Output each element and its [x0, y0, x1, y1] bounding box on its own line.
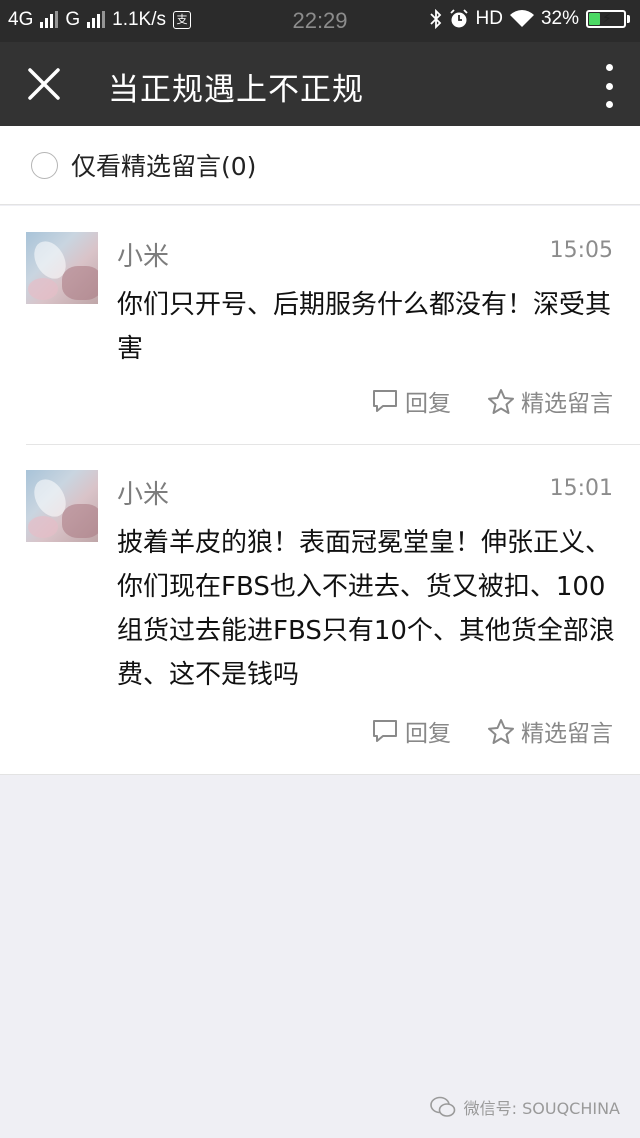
comment-actions: 回复 精选留言 — [371, 384, 613, 418]
reply-icon — [373, 720, 397, 742]
star-icon — [488, 718, 514, 744]
watermark: 微信号: SOUQCHINA — [429, 1095, 620, 1119]
avatar[interactable] — [26, 470, 98, 542]
more-options-icon[interactable] — [604, 64, 614, 108]
hd-label: HD — [475, 8, 503, 29]
battery-icon: ⚡ — [586, 10, 630, 28]
comment-item: 小米 15:01 披着羊皮的狼！表面冠冕堂皇！伸张正义、你们现在FBS也入不进去… — [0, 444, 640, 774]
alarm-icon — [449, 9, 468, 28]
featured-filter[interactable]: 仅看精选留言(0) — [0, 126, 640, 205]
status-right: HD 32% ⚡ — [429, 8, 630, 30]
comment-time: 15:01 — [549, 476, 613, 501]
comment-nickname: 小米 — [117, 480, 170, 510]
reply-icon — [373, 390, 397, 412]
reply-button[interactable]: 回复 — [371, 714, 451, 748]
reply-label: 回复 — [405, 721, 451, 747]
reply-label: 回复 — [405, 391, 451, 417]
comment-item: 小米 15:05 你们只开号、后期服务什么都没有！深受其害 回复 精选留言 — [0, 206, 640, 444]
comment-nickname: 小米 — [117, 242, 170, 272]
comment-time: 15:05 — [549, 238, 613, 263]
feature-comment-button[interactable]: 精选留言 — [487, 384, 613, 418]
page-title: 当正规遇上不正规 — [108, 72, 364, 108]
avatar[interactable] — [26, 232, 98, 304]
watermark-text: 微信号: SOUQCHINA — [463, 1099, 620, 1118]
feature-label: 精选留言 — [521, 391, 613, 417]
feature-label: 精选留言 — [521, 721, 613, 747]
star-icon — [488, 388, 514, 414]
comment-list: 小米 15:05 你们只开号、后期服务什么都没有！深受其害 回复 精选留言 小米… — [0, 206, 640, 775]
nav-bar: 当正规遇上不正规 — [0, 42, 640, 126]
bluetooth-icon — [429, 9, 441, 29]
comment-text: 你们只开号、后期服务什么都没有！深受其害 — [117, 290, 612, 364]
featured-only-radio[interactable] — [31, 151, 58, 179]
wechat-icon — [429, 1096, 455, 1117]
status-bar: 4G G 1.1K/s 支 22:29 HD 32% ⚡ — [0, 0, 640, 42]
battery-percent: 32% — [540, 8, 579, 29]
comment-actions: 回复 精选留言 — [371, 714, 613, 748]
comment-text: 披着羊皮的狼！表面冠冕堂皇！伸张正义、你们现在FBS也入不进去、货又被扣、100… — [117, 528, 615, 690]
wifi-icon — [509, 10, 534, 27]
feature-comment-button[interactable]: 精选留言 — [487, 714, 613, 748]
close-icon[interactable] — [22, 62, 66, 106]
featured-only-label: 仅看精选留言(0) — [71, 152, 257, 181]
reply-button[interactable]: 回复 — [371, 384, 451, 418]
